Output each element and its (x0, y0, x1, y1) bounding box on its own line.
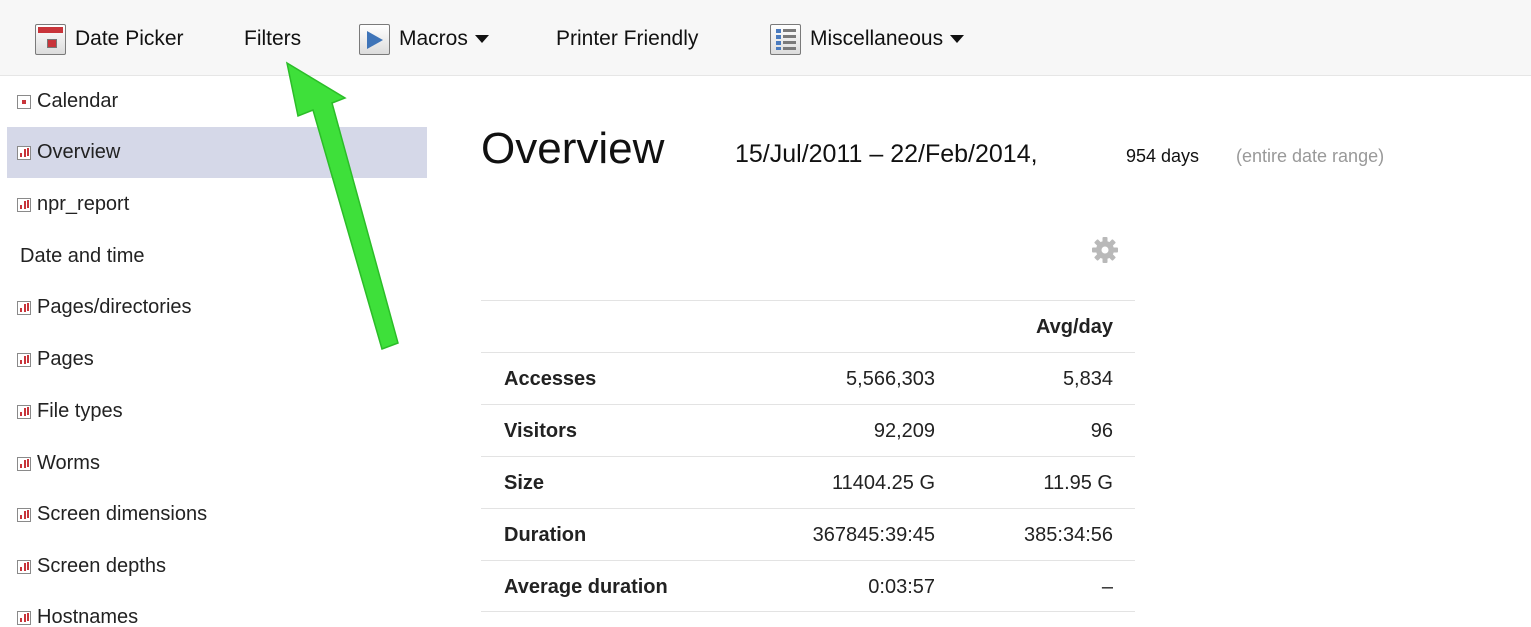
sidebar-item-label: Worms (37, 452, 100, 474)
sidebar-group-date-and-time: Date and time (7, 231, 427, 282)
printer-friendly-button[interactable]: Printer Friendly (556, 22, 698, 56)
play-icon (359, 23, 390, 55)
bar-chart-icon (17, 456, 31, 471)
macros-menu[interactable]: Macros (359, 22, 489, 56)
date-range: 15/Jul/2011 – 22/Feb/2014, (735, 140, 1038, 168)
sidebar-item-screen-dimensions[interactable]: Screen dimensions (7, 489, 427, 540)
toolbar: Date Picker Filters Macros Printer Frien… (0, 0, 1531, 76)
sidebar-item-worms[interactable]: Worms (7, 438, 427, 489)
row-total: 5,566,303 (846, 367, 935, 390)
chevron-down-icon (950, 35, 965, 43)
filters-button[interactable]: Filters (244, 22, 301, 56)
sidebar-item-screen-depths[interactable]: Screen depths (7, 541, 427, 592)
row-avg: 11.95 G (1043, 471, 1113, 494)
table-row: Size 11404.25 G 11.95 G (481, 456, 1135, 508)
range-note: (entire date range) (1236, 146, 1385, 166)
sidebar-item-label: Pages (37, 348, 94, 370)
miscellaneous-label: Miscellaneous (810, 27, 944, 50)
row-avg: 385:34:56 (1024, 523, 1113, 546)
filters-label: Filters (244, 27, 302, 50)
row-label: Visitors (504, 419, 577, 442)
bar-chart-icon (17, 352, 31, 367)
row-total: 0:03:57 (868, 575, 935, 598)
row-total: 11404.25 G (831, 471, 935, 494)
sidebar-item-pages-directories[interactable]: Pages/directories (7, 282, 427, 333)
table-row: Accesses 5,566,303 5,834 (481, 352, 1135, 404)
sidebar-item-label: Calendar (37, 90, 119, 112)
table-row: Duration 367845:39:45 385:34:56 (481, 508, 1135, 560)
sidebar-item-hostnames[interactable]: Hostnames (7, 592, 427, 627)
calendar-icon (35, 23, 66, 55)
row-label: Duration (504, 523, 587, 546)
chevron-down-icon (474, 35, 489, 43)
row-avg: 96 (1090, 419, 1113, 442)
sidebar-item-label: Hostnames (37, 606, 139, 627)
bar-chart-icon (17, 300, 31, 315)
printer-friendly-label: Printer Friendly (556, 27, 699, 50)
bar-chart-icon (17, 197, 31, 212)
sidebar-item-label: Screen depths (37, 555, 166, 577)
table-header-row: Avg/day (481, 300, 1135, 352)
row-label: Accesses (504, 367, 597, 390)
days-count: 954 days (1126, 146, 1200, 166)
bar-chart-icon (17, 404, 31, 419)
miscellaneous-menu[interactable]: Miscellaneous (770, 22, 965, 56)
row-label: Average duration (504, 575, 668, 598)
sidebar-item-file-types[interactable]: File types (7, 386, 427, 437)
column-header-avg-day: Avg/day (1035, 315, 1113, 338)
sidebar-item-overview[interactable]: Overview (7, 127, 427, 178)
sidebar-item-label: Screen dimensions (37, 503, 208, 525)
date-picker-label: Date Picker (75, 27, 184, 50)
sidebar-item-npr-report[interactable]: npr_report (7, 179, 427, 230)
row-total: 92,209 (873, 419, 935, 442)
sidebar-item-pages[interactable]: Pages (7, 334, 427, 385)
sidebar-item-label: npr_report (37, 193, 130, 215)
row-avg: – (1101, 575, 1113, 598)
sidebar-item-label: File types (37, 400, 123, 422)
bar-chart-icon (17, 610, 31, 625)
date-picker-button[interactable]: Date Picker (35, 22, 184, 56)
sidebar-group-label: Date and time (20, 245, 145, 267)
sidebar-item-label: Pages/directories (37, 296, 192, 318)
list-icon (770, 23, 801, 55)
sidebar-item-label: Overview (37, 141, 121, 163)
table-row: Visitors 92,209 96 (481, 404, 1135, 456)
row-label: Size (504, 471, 545, 494)
page-title: Overview (481, 124, 665, 173)
gear-icon[interactable] (1090, 235, 1120, 265)
table-row: Average duration 0:03:57 – (481, 560, 1135, 612)
row-avg: 5,834 (1062, 367, 1113, 390)
macros-label: Macros (399, 27, 468, 50)
sidebar-item-calendar[interactable]: Calendar (7, 76, 427, 127)
bar-chart-icon (17, 145, 31, 160)
bar-chart-icon (17, 559, 31, 574)
calendar-icon (17, 94, 31, 109)
row-total: 367845:39:45 (812, 523, 935, 546)
bar-chart-icon (17, 507, 31, 522)
